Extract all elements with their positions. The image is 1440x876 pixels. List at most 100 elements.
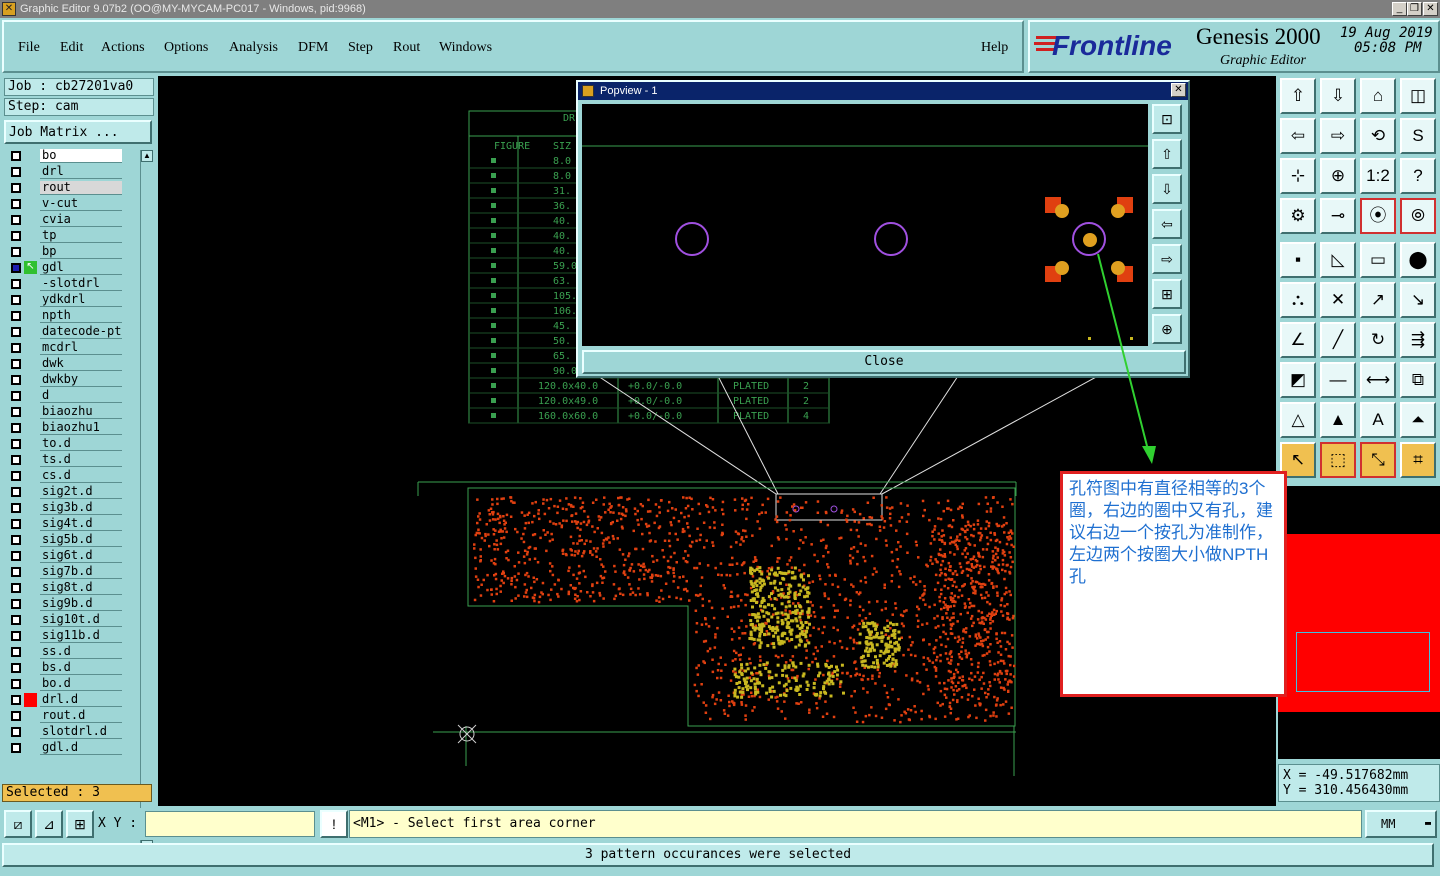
layer-name[interactable]: -slotdrl [40,277,122,291]
help-icon[interactable]: ? [1400,158,1436,194]
layer-checkbox[interactable] [11,343,21,353]
layer-checkbox[interactable] [11,375,21,385]
layer-name[interactable]: v-cut [40,197,122,211]
layer-checkbox[interactable] [11,727,21,737]
layer-row-sig5b-d[interactable]: sig5b.d [6,532,126,548]
layer-checkbox[interactable] [11,711,21,721]
layer-name[interactable]: slotdrl.d [40,725,122,739]
distance-icon[interactable]: ⟷ [1360,362,1396,398]
minimize-button[interactable]: _ [1392,2,1407,16]
layer-checkbox[interactable] [11,551,21,561]
dot-icon[interactable]: ⬤ [1400,242,1436,278]
layer-checkbox[interactable] [11,407,21,417]
move-right-icon[interactable]: ⇨ [1320,118,1356,154]
layer-row-v-cut[interactable]: v-cut [6,196,126,212]
snap-icon[interactable]: ⧄ [4,810,32,838]
layer-name[interactable]: sig5b.d [40,533,122,547]
layer-checkbox[interactable] [11,535,21,545]
layer-row-to-d[interactable]: to.d [6,436,126,452]
layer-name[interactable]: drl.d [40,693,122,707]
layer-row-ts-d[interactable]: ts.d [6,452,126,468]
layer-row-gdl[interactable]: ↖ gdl [6,260,126,276]
layer-row-sig11b-d[interactable]: sig11b.d [6,628,126,644]
layer-checkbox[interactable] [11,279,21,289]
menu-step[interactable]: Step [348,40,373,56]
layer-checkbox[interactable] [11,183,21,193]
layer-name[interactable]: sig7b.d [40,565,122,579]
measure-icon[interactable]: ⊿ [35,810,63,838]
layer-checkbox[interactable] [11,391,21,401]
layer-name[interactable]: biaozhu [40,405,122,419]
layer-row-sig2t-d[interactable]: sig2t.d [6,484,126,500]
move-left-icon[interactable]: ⇦ [1280,118,1316,154]
menu-dfm[interactable]: DFM [298,40,328,56]
layer-row-ss-d[interactable]: ss.d [6,644,126,660]
layer-row-bo[interactable]: bo [6,148,126,164]
zoom-fit-icon[interactable]: ⊡ [1152,104,1182,134]
menu-edit[interactable]: Edit [60,40,83,56]
layer-row-drl-d[interactable]: drl.d [6,692,126,708]
layer-checkbox[interactable] [11,519,21,529]
connect-icon[interactable]: ⌗ [1400,442,1436,478]
page-up-icon[interactable]: ⇧ [1152,139,1182,169]
select-box-icon[interactable]: ⬚ [1320,442,1356,478]
layer-row-sig4t-d[interactable]: sig4t.d [6,516,126,532]
layer-name[interactable]: sig11b.d [40,629,122,643]
layer-name[interactable]: dwkby [40,373,122,387]
layer-name[interactable]: mcdrl [40,341,122,355]
layer-checkbox[interactable] [11,423,21,433]
layer-row--slotdrl[interactable]: -slotdrl [6,276,126,292]
layer-name[interactable]: sig9b.d [40,597,122,611]
layer-list-scrollbar[interactable]: ▲ ▼ [140,150,153,856]
info-icon[interactable]: ! [320,810,348,838]
layer-row-sig6t-d[interactable]: sig6t.d [6,548,126,564]
layer-row-cs-d[interactable]: cs.d [6,468,126,484]
menu-options[interactable]: Options [164,40,208,56]
layer-checkbox[interactable] [11,583,21,593]
layer-checkbox[interactable] [11,311,21,321]
popview-canvas[interactable] [582,104,1148,346]
layer-name[interactable]: d [40,389,122,403]
fill-icon[interactable]: ▪ [1280,242,1316,278]
layer-row-gdl-d[interactable]: gdl.d [6,740,126,756]
shape-icon[interactable]: ◺ [1320,242,1356,278]
overview-map[interactable] [1278,486,1440,759]
layer-checkbox[interactable] [11,199,21,209]
layer-row-rout[interactable]: rout [6,180,126,196]
layer-checkbox[interactable] [11,487,21,497]
layer-name[interactable]: ss.d [40,645,122,659]
layer-row-sig10t-d[interactable]: sig10t.d [6,612,126,628]
move-down-icon[interactable]: ⇩ [1320,78,1356,114]
layer-name[interactable]: rout [40,181,122,195]
layer-name[interactable]: bp [40,245,122,259]
menu-windows[interactable]: Windows [439,40,492,56]
layer-checkbox[interactable] [11,327,21,337]
scroll-up-icon[interactable]: ▲ [141,150,153,162]
layer-checkbox[interactable] [11,215,21,225]
layer-checkbox[interactable] [11,567,21,577]
layer-name[interactable]: sig4t.d [40,517,122,531]
layer-checkbox[interactable] [11,359,21,369]
layer-row-npth[interactable]: npth [6,308,126,324]
layer-row-bp[interactable]: bp [6,244,126,260]
menu-help[interactable]: Help [981,40,1008,56]
menu-file[interactable]: File [18,40,40,56]
layer-name[interactable]: biaozhu1 [40,421,122,435]
layer-checkbox[interactable] [11,231,21,241]
layer-name[interactable]: bo [40,149,122,163]
layer-checkbox[interactable] [11,439,21,449]
grid-icon[interactable]: ⊞ [66,810,94,838]
layer-row-dwk[interactable]: dwk [6,356,126,372]
layer-row-sig3b-d[interactable]: sig3b.d [6,500,126,516]
layer-checkbox[interactable] [11,503,21,513]
layer-icon[interactable]: ◩ [1280,362,1316,398]
layer-name[interactable]: gdl [40,261,122,275]
page-left-icon[interactable]: ⇦ [1152,209,1182,239]
net-alt-icon[interactable]: ⦾ [1400,198,1436,234]
layer-row-sig9b-d[interactable]: sig9b.d [6,596,126,612]
layer-row-datecode-pte[interactable]: datecode-pte [6,324,126,340]
nodes-icon[interactable]: ⛬ [1280,282,1316,318]
layer-row-biaozhu[interactable]: biaozhu [6,404,126,420]
layer-name[interactable]: rout.d [40,709,122,723]
layer-checkbox[interactable] [11,247,21,257]
